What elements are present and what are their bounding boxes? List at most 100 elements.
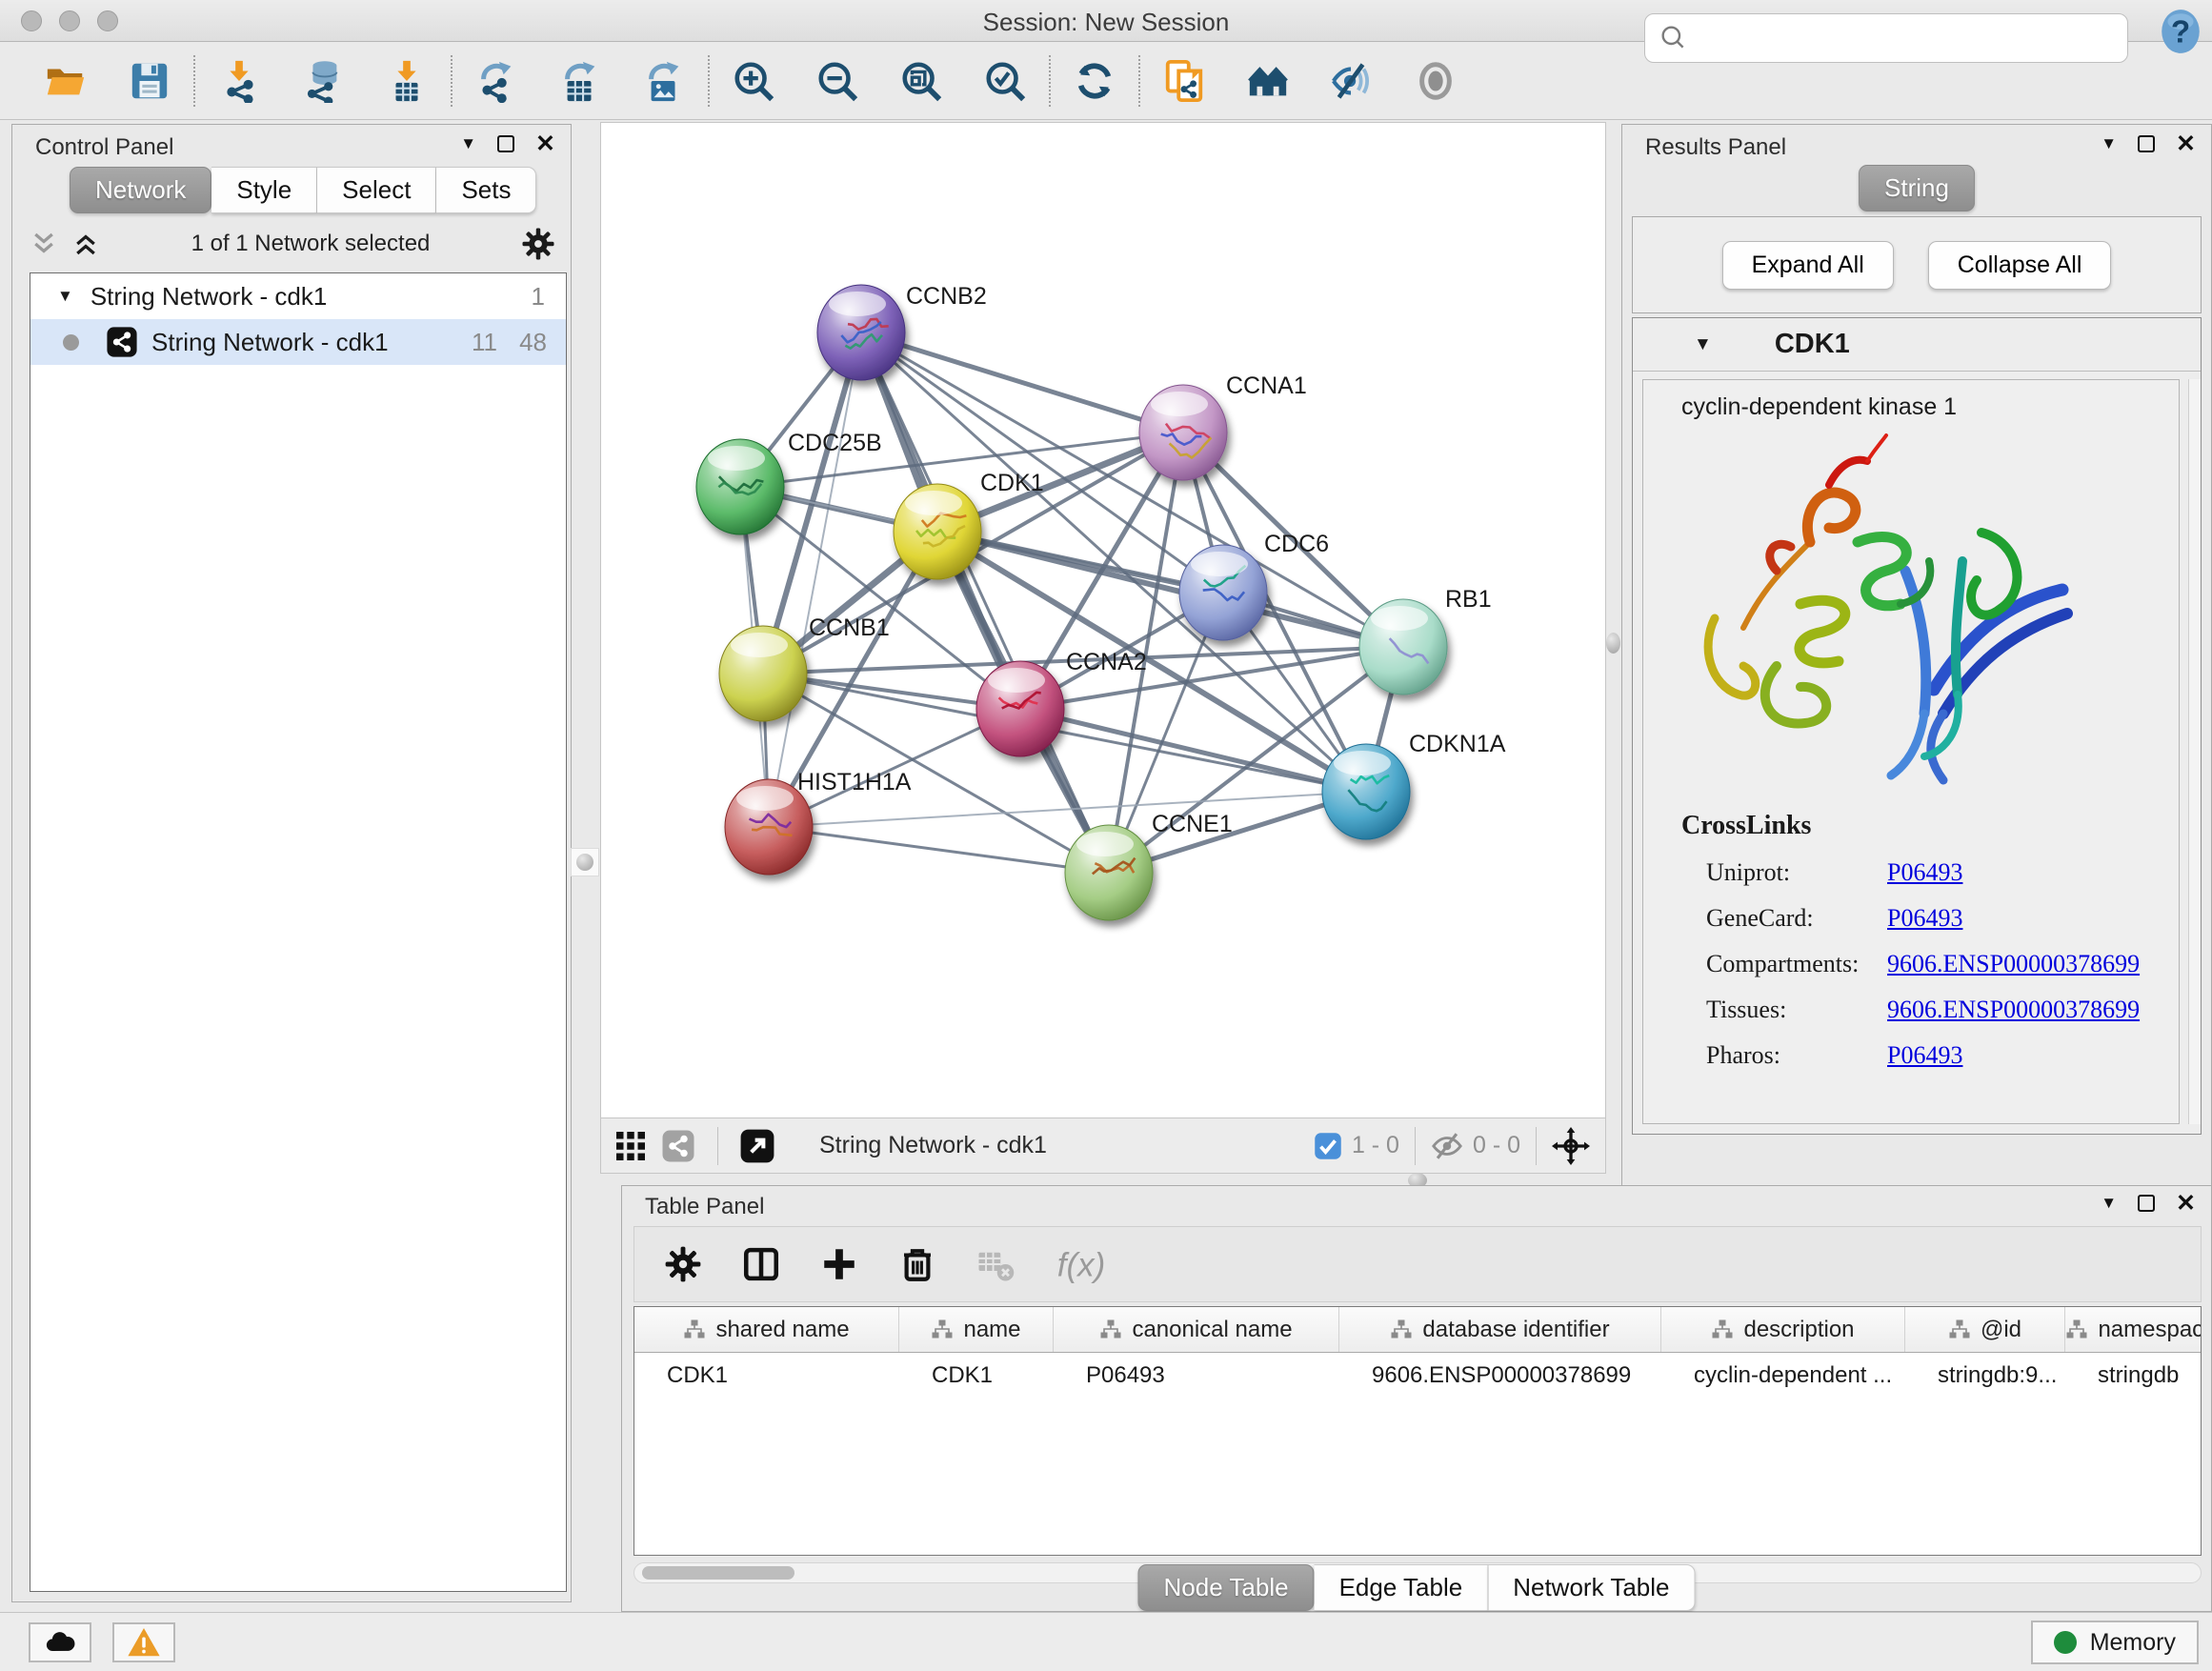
zoom-fit-button[interactable] bbox=[897, 57, 945, 105]
show-columns-icon[interactable] bbox=[741, 1244, 781, 1284]
network-node-HIST1H1A[interactable]: HIST1H1A bbox=[725, 769, 912, 875]
tab-sets[interactable]: Sets bbox=[436, 167, 536, 213]
network-canvas[interactable]: CCNB2CCNA1CDC25BCDK1CDC6RB1CCNB1CCNA2CDK… bbox=[600, 122, 1606, 1118]
zoom-selected-button[interactable] bbox=[981, 57, 1029, 105]
column-header-namespace[interactable]: namespace bbox=[2065, 1307, 2202, 1352]
crosslink-link[interactable]: 9606.ENSP00000378699 bbox=[1887, 950, 2140, 978]
tree-expand-icon[interactable]: ▼ bbox=[57, 287, 73, 306]
grey-eye-button[interactable] bbox=[1412, 57, 1459, 105]
collapse-all-icon[interactable] bbox=[30, 230, 58, 258]
table-cell[interactable]: P06493 bbox=[1054, 1353, 1339, 1399]
pan-crosshair-icon[interactable] bbox=[1552, 1127, 1590, 1165]
tab-network[interactable]: Network bbox=[70, 167, 211, 213]
import-network-file-button[interactable] bbox=[215, 57, 263, 105]
import-network-database-button[interactable] bbox=[299, 57, 347, 105]
column-header-description[interactable]: description bbox=[1661, 1307, 1905, 1352]
zoom-out-icon bbox=[815, 59, 859, 103]
cloud-icon bbox=[43, 1625, 77, 1660]
column-header--id[interactable]: @id bbox=[1905, 1307, 2065, 1352]
save-session-button[interactable] bbox=[126, 57, 173, 105]
network-node-CCNE1[interactable]: CCNE1 bbox=[1065, 811, 1233, 920]
duplicate-network-button[interactable] bbox=[1160, 57, 1208, 105]
table-cell[interactable]: CDK1 bbox=[634, 1353, 899, 1399]
detach-view-button[interactable] bbox=[734, 1122, 781, 1170]
network-node-CCNA1[interactable]: CCNA1 bbox=[1139, 372, 1307, 480]
results-scrollbar[interactable] bbox=[2188, 379, 2201, 1124]
network-edge[interactable] bbox=[937, 532, 1403, 647]
table-cell[interactable]: stringdb bbox=[2065, 1353, 2202, 1399]
network-node-CDKN1A[interactable]: CDKN1A bbox=[1322, 731, 1506, 839]
right-splitter-handle[interactable] bbox=[1606, 633, 1620, 654]
network-options-gear-icon[interactable] bbox=[521, 227, 555, 261]
export-table-button[interactable] bbox=[556, 57, 604, 105]
table-cell[interactable]: 9606.ENSP00000378699 bbox=[1339, 1353, 1661, 1399]
show-hide-button[interactable] bbox=[1328, 57, 1376, 105]
crosslink-link[interactable]: P06493 bbox=[1887, 904, 1962, 933]
tab-network-table[interactable]: Network Table bbox=[1488, 1564, 1695, 1611]
network-node-RB1[interactable]: RB1 bbox=[1359, 586, 1492, 695]
export-network-button[interactable] bbox=[473, 57, 520, 105]
cloud-button[interactable] bbox=[29, 1622, 91, 1662]
panel-float-icon[interactable] bbox=[2138, 135, 2155, 152]
crosslink-link[interactable]: 9606.ENSP00000378699 bbox=[1887, 996, 2140, 1024]
add-column-icon[interactable] bbox=[819, 1244, 859, 1284]
tab-select[interactable]: Select bbox=[317, 167, 436, 213]
panel-menu-icon[interactable]: ▼ bbox=[2101, 1194, 2117, 1213]
panel-close-icon[interactable]: ✕ bbox=[2176, 1195, 2196, 1212]
gene-section-header[interactable]: ▼ CDK1 bbox=[1633, 318, 2201, 372]
network-row[interactable]: String Network - cdk1 11 48 bbox=[30, 319, 566, 365]
tab-edge-table[interactable]: Edge Table bbox=[1315, 1564, 1489, 1611]
scrollbar-thumb[interactable] bbox=[642, 1566, 794, 1580]
tab-node-table[interactable]: Node Table bbox=[1138, 1564, 1315, 1611]
help-button[interactable]: ? bbox=[2157, 8, 2204, 55]
tab-string[interactable]: String bbox=[1859, 165, 1975, 211]
panel-float-icon[interactable] bbox=[497, 135, 514, 152]
table-row[interactable]: CDK1CDK1P064939606.ENSP00000378699cyclin… bbox=[634, 1353, 2201, 1399]
birdseye-view-button[interactable] bbox=[607, 1122, 654, 1170]
crosslink-link[interactable]: P06493 bbox=[1887, 858, 1962, 887]
network-share-button[interactable] bbox=[654, 1122, 702, 1170]
database-icon bbox=[301, 59, 345, 103]
network-edge[interactable] bbox=[861, 332, 1183, 433]
network-collection-row[interactable]: ▼ String Network - cdk1 1 bbox=[30, 273, 566, 319]
panel-close-icon[interactable]: ✕ bbox=[2176, 135, 2196, 152]
first-neighbors-button[interactable] bbox=[1244, 57, 1292, 105]
warnings-button[interactable] bbox=[112, 1622, 175, 1662]
memory-button[interactable]: Memory bbox=[2031, 1621, 2199, 1664]
selected-checkbox-icon[interactable] bbox=[1314, 1132, 1342, 1160]
expand-all-button[interactable]: Expand All bbox=[1722, 241, 1894, 290]
tab-style[interactable]: Style bbox=[211, 167, 317, 213]
open-session-button[interactable] bbox=[42, 57, 90, 105]
panel-menu-icon[interactable]: ▼ bbox=[460, 134, 476, 153]
section-expand-icon[interactable]: ▼ bbox=[1694, 334, 1712, 355]
network-node-CCNA2[interactable]: CCNA2 bbox=[976, 649, 1147, 756]
panel-close-icon[interactable]: ✕ bbox=[535, 135, 555, 152]
network-edge[interactable] bbox=[769, 332, 861, 827]
zoom-in-icon bbox=[732, 59, 775, 103]
search-input[interactable] bbox=[1697, 14, 2127, 62]
export-image-button[interactable] bbox=[640, 57, 688, 105]
table-options-gear-icon[interactable] bbox=[663, 1244, 703, 1284]
column-header-canonical-name[interactable]: canonical name bbox=[1054, 1307, 1339, 1352]
column-header-database-identifier[interactable]: database identifier bbox=[1339, 1307, 1661, 1352]
table-cell[interactable]: stringdb:9... bbox=[1905, 1353, 2065, 1399]
collapse-all-button[interactable]: Collapse All bbox=[1928, 241, 2112, 290]
table-cell[interactable]: cyclin-dependent ... bbox=[1661, 1353, 1905, 1399]
help-icon: ? bbox=[2157, 5, 2204, 58]
zoom-in-button[interactable] bbox=[730, 57, 777, 105]
expand-all-icon[interactable] bbox=[71, 230, 100, 258]
delete-column-icon[interactable] bbox=[897, 1244, 937, 1284]
refresh-button[interactable] bbox=[1071, 57, 1118, 105]
import-table-file-button[interactable] bbox=[383, 57, 431, 105]
table-cell[interactable]: CDK1 bbox=[899, 1353, 1054, 1399]
zoom-out-button[interactable] bbox=[814, 57, 861, 105]
panel-float-icon[interactable] bbox=[2138, 1195, 2155, 1212]
panel-menu-icon[interactable]: ▼ bbox=[2101, 134, 2117, 153]
network-edge[interactable] bbox=[769, 827, 1109, 873]
column-header-name[interactable]: name bbox=[899, 1307, 1054, 1352]
left-splitter-handle[interactable] bbox=[571, 848, 599, 876]
column-header-shared-name[interactable]: shared name bbox=[634, 1307, 899, 1352]
right-splitter[interactable] bbox=[1606, 122, 1621, 1174]
left-splitter[interactable] bbox=[572, 122, 598, 1602]
crosslink-link[interactable]: P06493 bbox=[1887, 1041, 1962, 1070]
